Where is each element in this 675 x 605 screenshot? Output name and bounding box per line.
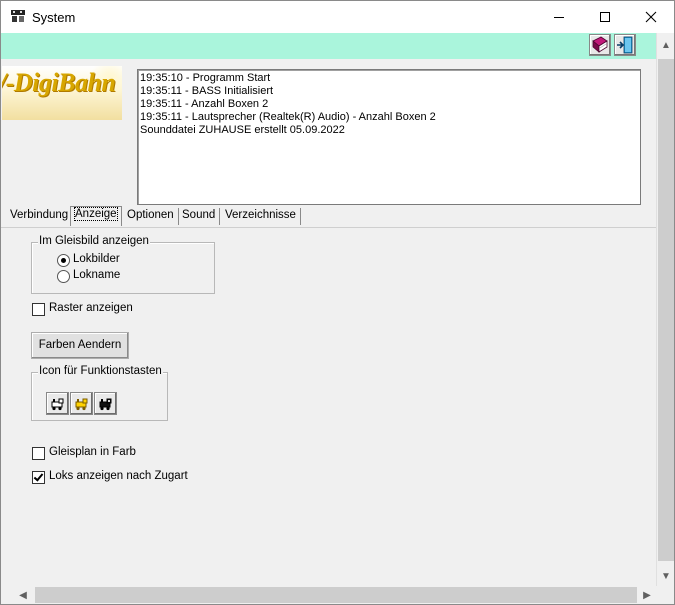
- toolbar: [1, 33, 656, 59]
- tab-anzeige[interactable]: Anzeige: [70, 206, 122, 226]
- icon-groupbox: Icon für Funktionstasten: [31, 365, 168, 421]
- locomotive-icon: [75, 398, 87, 410]
- tab-verzeichnisse[interactable]: Verzeichnisse: [221, 208, 301, 225]
- close-button[interactable]: [628, 1, 674, 33]
- icon-option-black[interactable]: [94, 392, 117, 415]
- minimize-button[interactable]: [536, 1, 582, 33]
- icon-option-white[interactable]: [46, 392, 69, 415]
- lokname-radio[interactable]: [57, 270, 70, 283]
- scroll-left-arrow-icon[interactable]: ◀: [15, 587, 31, 603]
- log-line: Sounddatei ZUHAUSE erstellt 05.09.2022: [140, 124, 345, 136]
- locomotive-icon: [51, 398, 63, 410]
- horizontal-scroll-thumb[interactable]: [35, 587, 637, 603]
- horizontal-scrollbar[interactable]: ◀ ▶: [1, 586, 656, 604]
- tab-sound[interactable]: Sound: [178, 208, 221, 225]
- log-line: 19:35:10 - Programm Start: [140, 72, 271, 84]
- tab-label: Verzeichnisse: [225, 209, 296, 221]
- client-area: /-DigiBahn 19:35:10 - Programm Start 19:…: [1, 33, 656, 584]
- gleisbild-group-title: Im Gleisbild anzeigen: [38, 235, 150, 247]
- book-button[interactable]: [589, 34, 611, 56]
- vertical-scrollbar[interactable]: ▲ ▼: [656, 33, 674, 586]
- tab-verbindung[interactable]: Verbindung: [6, 208, 74, 225]
- farben-aendern-button[interactable]: Farben Aendern: [31, 332, 129, 359]
- exit-door-icon: [617, 36, 633, 54]
- lokbilder-label[interactable]: Lokbilder: [73, 253, 120, 265]
- gleisplan-label[interactable]: Gleisplan in Farb: [49, 446, 136, 458]
- book-icon: [592, 36, 608, 53]
- zugart-label[interactable]: Loks anzeigen nach Zugart: [49, 470, 188, 482]
- raster-label[interactable]: Raster anzeigen: [49, 302, 133, 314]
- icon-group-title: Icon für Funktionstasten: [38, 365, 163, 377]
- system-window: System /-DigiBahn 19:35:10 - Programm St…: [0, 0, 675, 605]
- logo-text: /-DigiBahn: [2, 68, 116, 97]
- icon-option-yellow[interactable]: [70, 392, 93, 415]
- log-textarea[interactable]: 19:35:10 - Programm Start 19:35:11 - BAS…: [137, 69, 641, 205]
- log-line: 19:35:11 - Anzahl Boxen 2: [140, 98, 269, 110]
- lokname-label[interactable]: Lokname: [73, 269, 120, 281]
- scrollbar-corner: [656, 586, 674, 604]
- scroll-up-arrow-icon[interactable]: ▲: [658, 37, 674, 53]
- scroll-right-arrow-icon[interactable]: ▶: [639, 587, 655, 603]
- minimize-icon: [554, 17, 564, 18]
- log-line: 19:35:11 - BASS Initialisiert: [140, 85, 274, 97]
- tab-label: Sound: [182, 209, 216, 221]
- raster-checkbox[interactable]: [32, 303, 45, 316]
- gleisplan-checkbox[interactable]: [32, 447, 45, 460]
- scroll-down-arrow-icon[interactable]: ▼: [658, 568, 674, 584]
- locomotive-icon: [99, 398, 111, 410]
- zugart-checkbox[interactable]: [32, 471, 45, 484]
- tab-label: Verbindung: [10, 209, 69, 221]
- lokbilder-radio[interactable]: [57, 254, 70, 267]
- tab-optionen[interactable]: Optionen: [123, 208, 179, 225]
- gleisbild-groupbox: Im Gleisbild anzeigen Lokbilder Lokname: [31, 235, 215, 294]
- close-icon: [645, 11, 657, 23]
- digibahn-logo: /-DigiBahn: [2, 66, 122, 120]
- app-icon: [10, 9, 26, 23]
- maximize-button[interactable]: [582, 1, 628, 33]
- window-title: System: [32, 10, 76, 25]
- vertical-scroll-thumb[interactable]: [658, 59, 674, 561]
- log-line: 19:35:11 - Lautsprecher (Realtek(R) Audi…: [140, 111, 436, 123]
- maximize-icon: [600, 12, 610, 22]
- tab-strip: Verbindung Anzeige Optionen Sound Verzei…: [1, 206, 656, 228]
- exit-button[interactable]: [614, 34, 636, 56]
- title-bar[interactable]: System: [1, 1, 674, 33]
- tab-label: Anzeige: [74, 207, 118, 221]
- tab-label: Optionen: [127, 209, 174, 221]
